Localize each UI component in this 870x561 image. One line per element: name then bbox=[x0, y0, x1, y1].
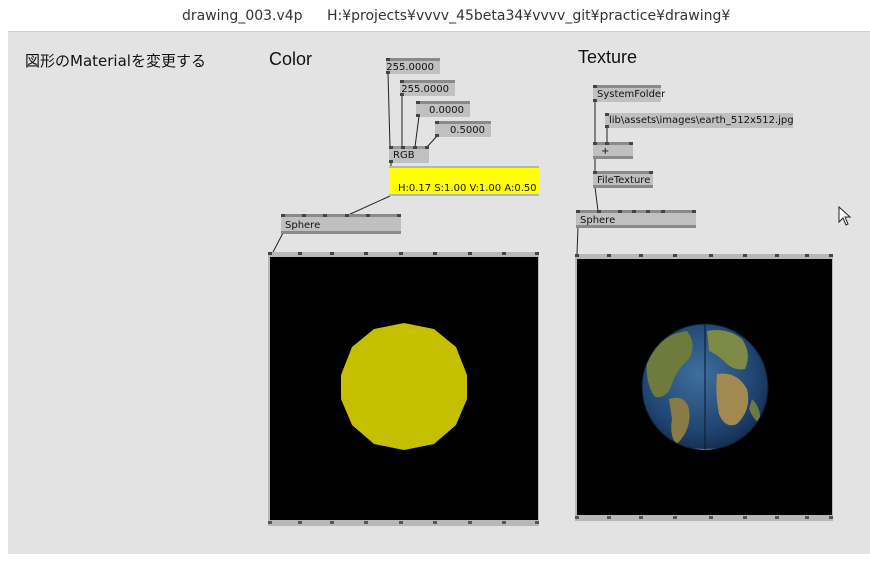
systemfolder-node-label: SystemFolder bbox=[597, 89, 666, 100]
add-node[interactable]: + bbox=[593, 142, 633, 159]
iobox-alpha[interactable]: 0.5000 bbox=[435, 121, 491, 137]
mouse-cursor-icon bbox=[838, 206, 852, 226]
iobox-green[interactable]: 255.0000 bbox=[400, 80, 455, 96]
iobox-blue-value: 0.0000 bbox=[429, 105, 464, 116]
texture-heading: Texture bbox=[578, 47, 638, 67]
earth-sphere-render bbox=[641, 323, 769, 451]
wire-sphere-renderer bbox=[271, 232, 284, 255]
wire-filetexture-sphere bbox=[594, 186, 599, 212]
sphere-render-color bbox=[341, 323, 467, 450]
wire-iobox1-rgb bbox=[387, 72, 391, 148]
sphere-node-color-label: Sphere bbox=[285, 220, 321, 231]
iobox-red-value: 255.0000 bbox=[386, 62, 434, 73]
sphere-node-texture-label: Sphere bbox=[580, 215, 616, 226]
color-readout: H:0.17 S:1.00 V:1.00 A:0.50 bbox=[398, 183, 537, 194]
patch-comment: 図形のMaterialを変更する bbox=[25, 52, 206, 70]
sphere-node-texture[interactable]: Sphere bbox=[576, 210, 696, 228]
path-iobox-value: lib\assets\images\earth_512x512.jpg bbox=[609, 115, 794, 126]
iobox-green-value: 255.0000 bbox=[401, 84, 449, 95]
renderer-texture-bottom-pins bbox=[575, 516, 833, 519]
renderer-texture-top-pins bbox=[575, 254, 833, 257]
filetexture-node-label: FileTexture bbox=[597, 175, 651, 186]
iobox-alpha-value: 0.5000 bbox=[450, 125, 485, 136]
renderer-color[interactable] bbox=[270, 257, 538, 520]
sphere-node-color[interactable]: Sphere bbox=[281, 214, 401, 234]
iobox-red[interactable]: 255.0000 bbox=[386, 58, 440, 74]
color-iobox[interactable]: H:0.17 S:1.00 V:1.00 A:0.50 bbox=[389, 166, 539, 196]
systemfolder-node[interactable]: SystemFolder bbox=[593, 85, 665, 102]
renderer-color-top-pins bbox=[268, 252, 539, 255]
renderer-color-bottom-pins bbox=[268, 521, 539, 524]
path-iobox[interactable]: lib\assets\images\earth_512x512.jpg bbox=[605, 113, 794, 128]
add-node-label: + bbox=[601, 146, 610, 157]
iobox-blue[interactable]: 0.0000 bbox=[416, 101, 470, 117]
color-heading: Color bbox=[269, 49, 313, 69]
renderer-texture[interactable] bbox=[577, 259, 832, 515]
rgb-node-label: RGB bbox=[393, 150, 415, 161]
filetexture-node[interactable]: FileTexture bbox=[593, 171, 653, 188]
wire-color-sphere bbox=[345, 195, 391, 217]
rgb-node[interactable]: RGB bbox=[389, 146, 429, 163]
wire-sphere2-renderer bbox=[576, 226, 579, 255]
wire-iobox3-rgb bbox=[414, 115, 420, 148]
